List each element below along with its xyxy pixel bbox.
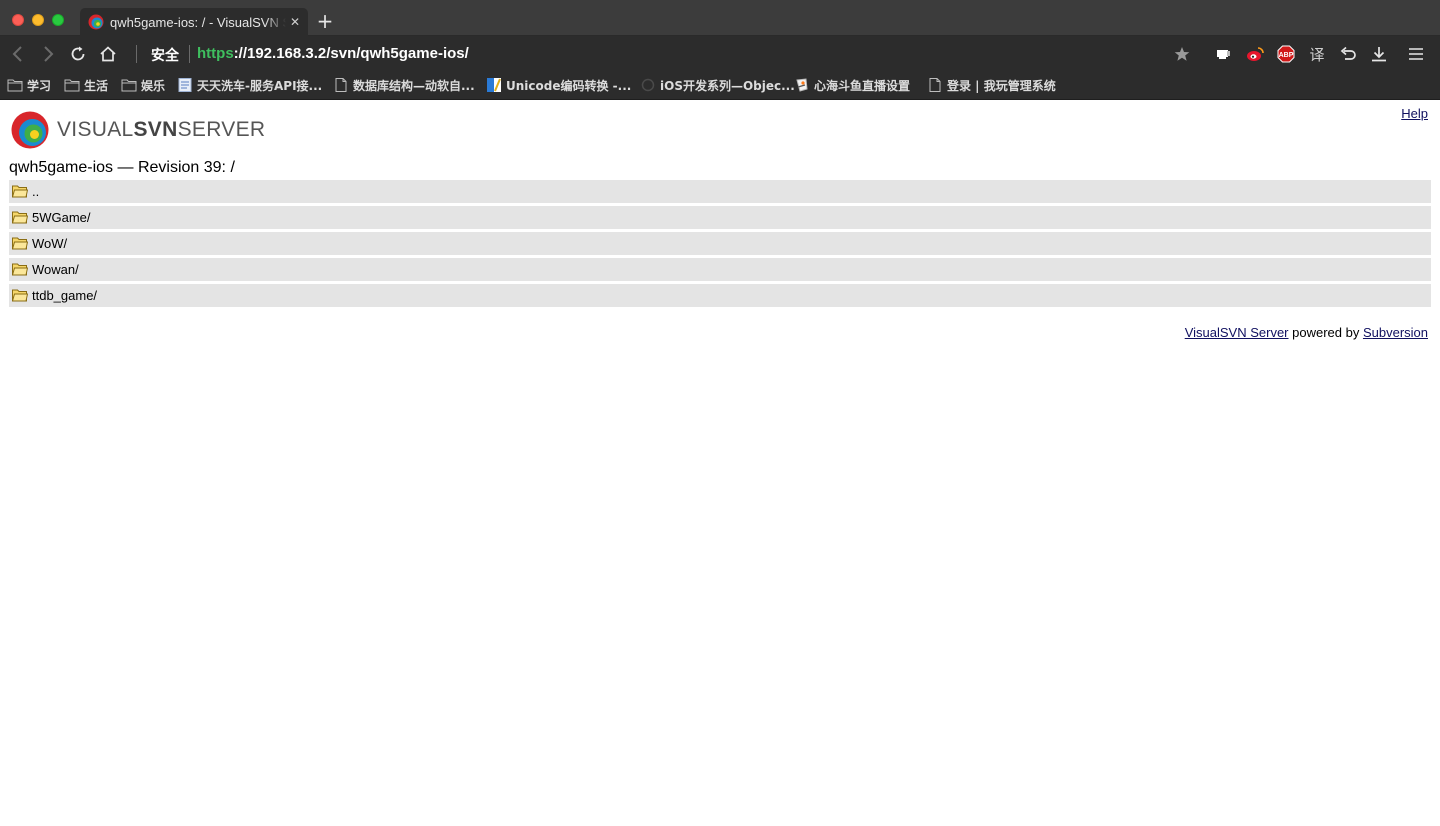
back-icon: [12, 46, 22, 62]
weibo-button[interactable]: [1245, 44, 1265, 64]
weibo-icon: [1247, 47, 1264, 61]
bookmark-car-wash-api[interactable]: 天天洗车-服务API接...: [177, 77, 322, 93]
logo-wordmark: VISUALSVNSERVER: [57, 118, 265, 142]
site-icon: [641, 78, 655, 92]
list-item[interactable]: WoW/: [9, 232, 1431, 255]
visualsvn-logo-icon: [11, 111, 49, 149]
bookmark-star-icon: [1174, 47, 1190, 61]
url-scheme: https: [197, 45, 234, 62]
bookmark-admin-login[interactable]: 登录 | 我玩管理系统: [927, 77, 1056, 93]
list-item[interactable]: ttdb_game/: [9, 284, 1431, 307]
page-icon: [178, 78, 192, 92]
bookmark-folder-life[interactable]: 生活: [64, 77, 108, 93]
bookmark-label: 学习: [27, 78, 52, 93]
address-separator: [189, 45, 190, 63]
cast-icon: [1217, 50, 1230, 59]
entry-name: ..: [32, 184, 40, 199]
logo-part-server: SERVER: [177, 118, 266, 141]
address-separator: [136, 45, 137, 63]
entry-name: 5WGame/: [32, 210, 91, 225]
home-button[interactable]: [97, 43, 119, 65]
page-title: qwh5game-ios — Revision 39: /: [9, 159, 235, 176]
bookmark-label: 娱乐: [141, 78, 166, 93]
new-tab-button[interactable]: +: [314, 10, 336, 32]
bookmark-label: 登录 | 我玩管理系统: [947, 78, 1056, 93]
logo-part-visual: VISUAL: [57, 118, 134, 141]
document-icon: [335, 78, 347, 92]
undo-icon: [1340, 46, 1356, 60]
adblock-label: ABP: [1279, 52, 1294, 59]
bookmark-douyu-settings[interactable]: 心海斗鱼直播设置: [794, 77, 910, 93]
visualsvn-server-link[interactable]: VisualSVN Server: [1185, 325, 1289, 340]
home-icon: [100, 46, 116, 62]
bookmarks-bar: 学习 生活 娱乐 天天洗车-服务API接... 数据库结构—动软自... Uni…: [0, 71, 1440, 100]
entry-name: ttdb_game/: [32, 288, 98, 303]
list-item[interactable]: Wowan/: [9, 258, 1431, 281]
bookmark-label: iOS开发系列—Objec...: [660, 78, 795, 93]
bookmark-db-structure[interactable]: 数据库结构—动软自...: [333, 77, 475, 93]
translate-button[interactable]: 译: [1307, 44, 1327, 64]
menu-button[interactable]: [1406, 44, 1426, 64]
download-icon: [1372, 47, 1386, 62]
adblock-icon: ABP: [1277, 45, 1295, 63]
browser-tab[interactable]: qwh5game-ios: / - VisualSVN Server ✕: [80, 8, 308, 36]
footer-text: powered by: [1288, 325, 1363, 340]
forward-icon: [44, 46, 54, 62]
directory-listing: .. 5WGame/ WoW/ Wowan/ ttdb_game/: [9, 180, 1431, 310]
url-rest: ://192.168.3.2/svn/qwh5game-ios/: [233, 45, 469, 62]
bookmark-label: 心海斗鱼直播设置: [814, 78, 911, 93]
bookmark-label: 生活: [84, 78, 109, 93]
list-item[interactable]: ..: [9, 180, 1431, 203]
folder-icon: [12, 211, 28, 224]
reload-button[interactable]: [67, 43, 89, 65]
bookmark-label: 天天洗车-服务API接...: [197, 78, 323, 93]
logo-part-svn: SVN: [133, 118, 178, 141]
unicode-site-icon: [487, 78, 501, 92]
folder-icon: [121, 79, 137, 92]
visualsvn-logo: VISUALSVNSERVER: [11, 111, 265, 149]
back-button[interactable]: [7, 43, 29, 65]
document-icon: [929, 78, 941, 92]
subversion-link[interactable]: Subversion: [1363, 325, 1428, 340]
page-footer: VisualSVN Server powered by Subversion: [1185, 325, 1428, 340]
folder-icon: [7, 79, 23, 92]
reload-icon: [71, 46, 85, 61]
cast-button[interactable]: [1213, 44, 1233, 64]
entry-name: WoW/: [32, 236, 68, 251]
folder-icon: [12, 263, 28, 276]
folder-icon: [12, 237, 28, 250]
window-maximize-button[interactable]: [52, 14, 64, 26]
bookmark-label: Unicode编码转换 -...: [506, 78, 632, 93]
tab-title: qwh5game-ios: / - VisualSVN Server: [110, 14, 286, 30]
window-titlebar: qwh5game-ios: / - VisualSVN Server ✕ +: [0, 0, 1440, 36]
forward-button[interactable]: [37, 43, 59, 65]
bookmark-folder-entertainment[interactable]: 娱乐: [121, 77, 165, 93]
entry-name: Wowan/: [32, 262, 79, 277]
navigation-toolbar: 安全 https://192.168.3.2/svn/qwh5game-ios/…: [0, 36, 1440, 71]
visualsvn-favicon-icon: [88, 14, 104, 30]
security-label[interactable]: 安全: [151, 45, 179, 65]
folder-icon: [12, 185, 28, 198]
folder-icon: [64, 79, 80, 92]
window-minimize-button[interactable]: [32, 14, 44, 26]
page-content: Help VISUALSVNSERVER qwh5game-ios — Revi…: [0, 100, 1440, 826]
help-link[interactable]: Help: [1401, 106, 1428, 121]
fish-icon: [796, 78, 808, 92]
bookmark-label: 数据库结构—动软自...: [353, 78, 475, 93]
address-bar[interactable]: https://192.168.3.2/svn/qwh5game-ios/: [197, 45, 469, 62]
adblock-button[interactable]: ABP: [1276, 44, 1296, 64]
undo-button[interactable]: [1338, 44, 1358, 64]
bookmark-star-button[interactable]: [1172, 44, 1192, 64]
download-button[interactable]: [1369, 44, 1389, 64]
bookmark-folder-study[interactable]: 学习: [7, 77, 51, 93]
tab-close-icon[interactable]: ✕: [290, 15, 300, 29]
bookmark-unicode-convert[interactable]: Unicode编码转换 -...: [486, 77, 631, 93]
menu-icon: [1409, 48, 1423, 60]
folder-icon: [12, 289, 28, 302]
window-close-button[interactable]: [12, 14, 24, 26]
list-item[interactable]: 5WGame/: [9, 206, 1431, 229]
bookmark-ios-dev[interactable]: iOS开发系列—Objec...: [640, 77, 795, 93]
